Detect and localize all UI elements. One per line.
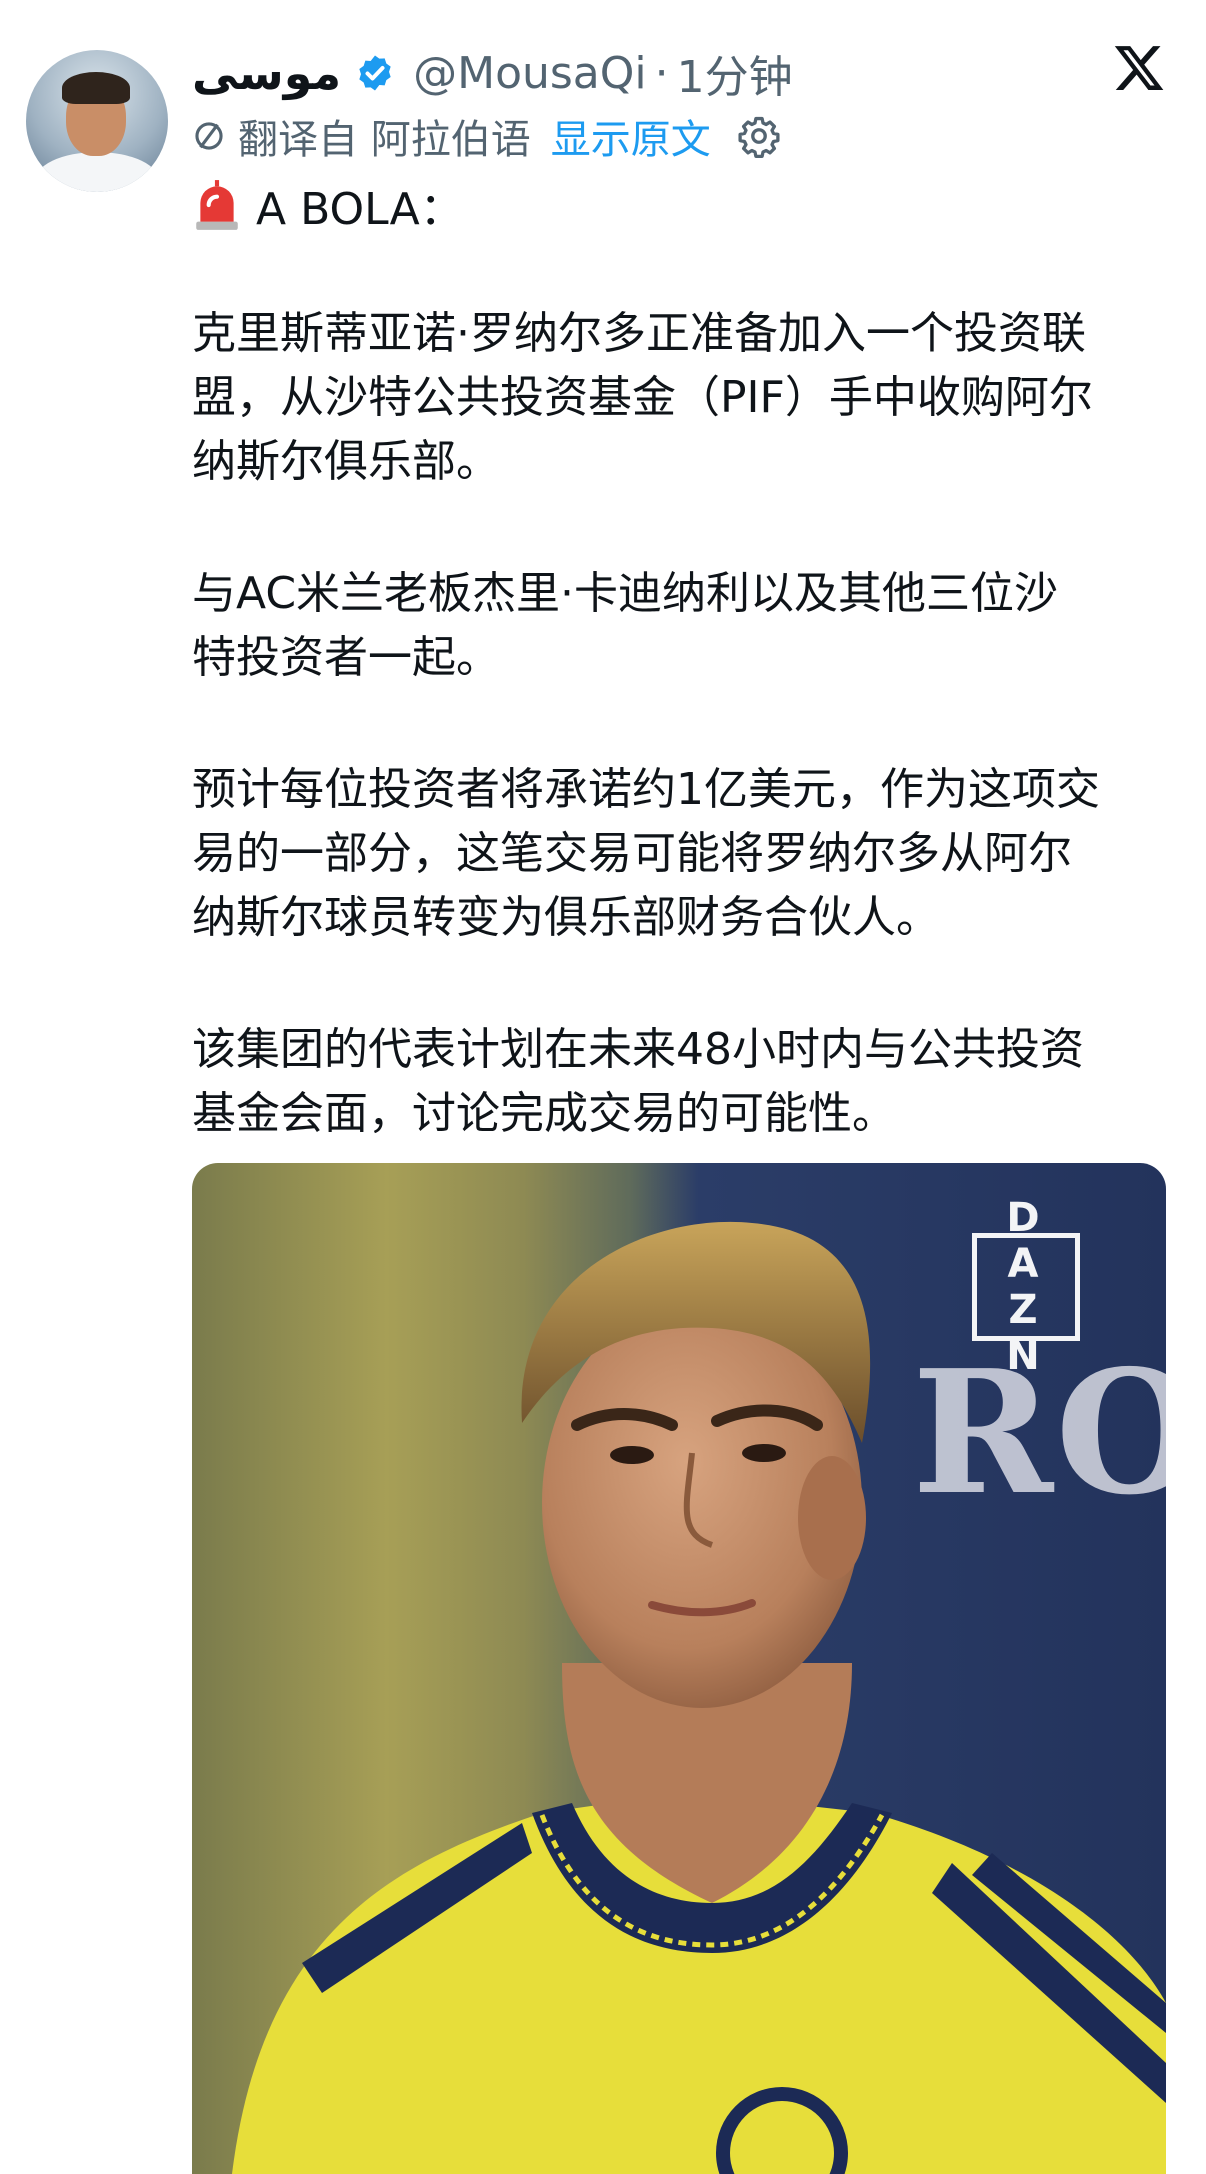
text-line: 克里斯蒂亚诺·罗纳尔多正准备加入一个投资联 [192, 308, 1086, 359]
text-line: 易的一部分，这笔交易可能将罗纳尔多从阿尔 [192, 828, 1072, 879]
text-line: 与AC米兰老板杰里·卡迪纳利以及其他三位沙 [192, 568, 1059, 619]
verified-badge-icon [359, 55, 391, 91]
x-logo-icon[interactable] [1112, 40, 1166, 96]
translation-bar: 翻译自 阿拉伯语 显示原文 [192, 108, 781, 164]
author-name[interactable]: موسى [192, 46, 341, 100]
police-siren-icon [196, 180, 238, 230]
translate-icon [195, 122, 223, 150]
text-line: 纳斯尔俱乐部。 [192, 436, 500, 487]
show-original-link[interactable]: 显示原文 [551, 107, 711, 165]
author-handle[interactable]: @MousaQi [413, 48, 647, 99]
tweet-paragraph-2: 与AC米兰老板杰里·卡迪纳利以及其他三位沙 特投资者一起。 [192, 562, 1172, 690]
tweet-header: موسى @MousaQi · 1分钟 [192, 38, 793, 108]
avatar[interactable] [26, 50, 168, 192]
text-line: 基金会面，讨论完成交易的可能性。 [192, 1088, 896, 1139]
tweet-source-line: A BOLA： [192, 172, 464, 238]
translated-from-label: 翻译自 阿拉伯语 [238, 117, 531, 163]
dazn-text: DAZN [1006, 1195, 1046, 1379]
dazn-watermark: DAZN [972, 1195, 1080, 1379]
timestamp[interactable]: 1分钟 [677, 41, 793, 105]
separator-dot: · [654, 47, 669, 99]
gear-icon[interactable] [737, 114, 781, 158]
tweet-media-image[interactable]: ROS [192, 1163, 1166, 2174]
text-line: 纳斯尔球员转变为俱乐部财务合伙人。 [192, 892, 940, 943]
tweet-paragraph-4: 该集团的代表计划在未来48小时内与公共投资 基金会面，讨论完成交易的可能性。 [192, 1018, 1172, 1146]
avatar-hair [62, 72, 130, 104]
tweet-paragraph-3: 预计每位投资者将承诺约1亿美元，作为这项交 易的一部分，这笔交易可能将罗纳尔多从… [192, 758, 1172, 950]
text-line: 该集团的代表计划在未来48小时内与公共投资 [192, 1024, 1084, 1075]
text-line: 盟，从沙特公共投资基金（PIF）手中收购阿尔 [192, 372, 1093, 423]
tweet-paragraph-1: 克里斯蒂亚诺·罗纳尔多正准备加入一个投资联 盟，从沙特公共投资基金（PIF）手中… [192, 302, 1172, 494]
avatar-shirt [34, 152, 160, 192]
source-label: A BOLA： [256, 184, 464, 235]
text-line: 预计每位投资者将承诺约1亿美元，作为这项交 [192, 764, 1100, 815]
text-line: 特投资者一起。 [192, 632, 500, 683]
